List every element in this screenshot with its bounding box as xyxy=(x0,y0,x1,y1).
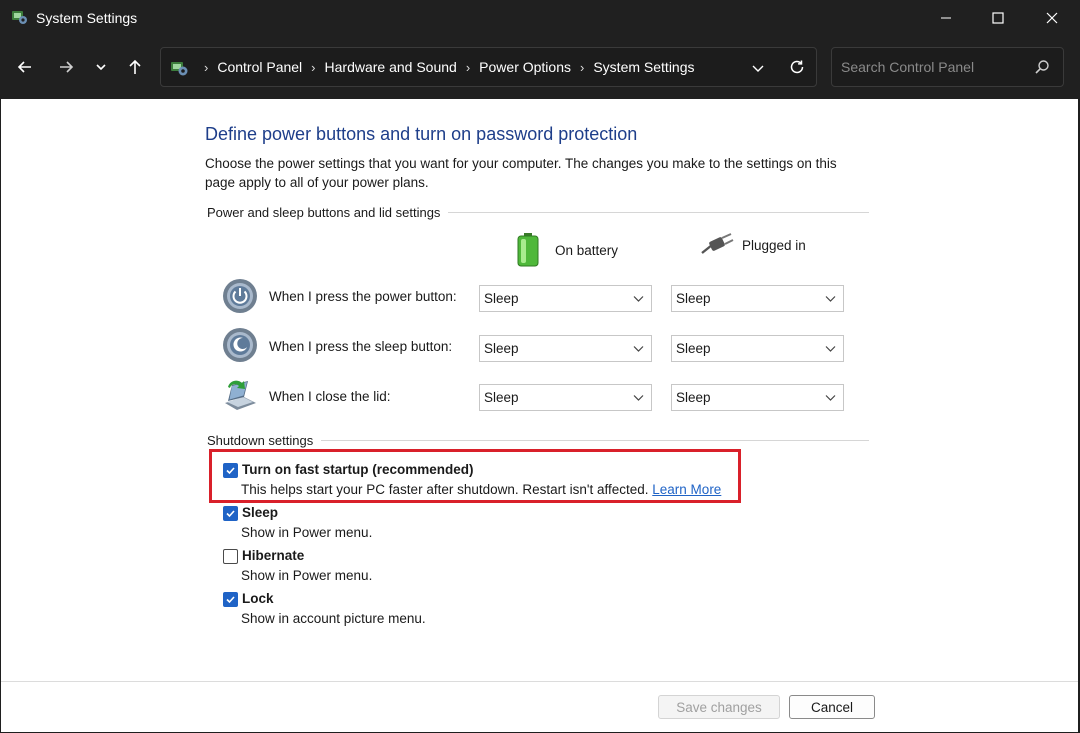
navigation-bar: › Control Panel › Hardware and Sound › P… xyxy=(0,36,1080,99)
row-label-sleep-button: When I press the sleep button: xyxy=(269,339,453,354)
arrow-left-icon xyxy=(17,61,31,73)
control-panel-icon xyxy=(12,11,27,24)
minimize-button[interactable] xyxy=(920,0,972,36)
breadcrumb-item[interactable]: System Settings xyxy=(593,59,694,75)
window-title: System Settings xyxy=(36,10,138,26)
close-icon xyxy=(1046,12,1058,24)
chevron-down-icon xyxy=(96,64,106,71)
page-title: Define power buttons and turn on passwor… xyxy=(205,124,638,144)
maximize-button[interactable] xyxy=(972,0,1024,36)
minimize-icon xyxy=(941,17,951,19)
title-bar: System Settings xyxy=(0,0,1080,36)
select-value: Sleep xyxy=(484,341,519,356)
laptop-lid-icon xyxy=(225,380,256,410)
breadcrumb-item[interactable]: Power Options xyxy=(479,59,571,75)
hibernate-checkbox[interactable] xyxy=(223,549,238,564)
select-value: Sleep xyxy=(676,390,711,405)
sleep-button-icon xyxy=(223,328,257,362)
chevron-down-icon xyxy=(633,395,644,401)
column-label-battery: On battery xyxy=(555,242,619,258)
breadcrumb-item[interactable]: Control Panel xyxy=(217,59,302,75)
chevron-down-icon xyxy=(633,296,644,302)
search-icon[interactable] xyxy=(1034,59,1050,75)
row-label-power-button: When I press the power button: xyxy=(269,289,457,304)
power-button-battery-select[interactable]: Sleep xyxy=(479,285,652,312)
select-value: Sleep xyxy=(484,390,519,405)
save-changes-button[interactable]: Save changes xyxy=(658,695,780,719)
sleep-checkbox[interactable] xyxy=(223,506,238,521)
chevron-down-icon[interactable] xyxy=(750,60,766,76)
group-label-power-buttons: Power and sleep buttons and lid settings xyxy=(207,205,449,220)
highlight-box xyxy=(209,449,741,503)
breadcrumb-item[interactable]: Hardware and Sound xyxy=(325,59,457,75)
chevron-down-icon xyxy=(825,296,836,302)
up-button[interactable] xyxy=(124,56,146,78)
sleep-option-label[interactable]: Sleep xyxy=(242,505,278,520)
arrow-up-icon xyxy=(129,59,141,74)
recent-locations-button[interactable] xyxy=(90,56,112,78)
sleep-button-battery-select[interactable]: Sleep xyxy=(479,335,652,362)
column-label-plugged: Plugged in xyxy=(742,237,806,253)
chevron-down-icon xyxy=(633,346,644,352)
power-button-icon xyxy=(223,279,257,313)
close-lid-battery-select[interactable]: Sleep xyxy=(479,384,652,411)
select-value: Sleep xyxy=(676,291,711,306)
breadcrumb-separator: › xyxy=(204,59,209,75)
back-button[interactable] xyxy=(14,56,36,78)
lock-option-label[interactable]: Lock xyxy=(242,591,274,606)
sleep-button-plugged-select[interactable]: Sleep xyxy=(671,335,844,362)
page-description: Choose the power settings that you want … xyxy=(205,156,837,190)
address-bar[interactable]: › Control Panel › Hardware and Sound › P… xyxy=(160,47,817,87)
group-label-shutdown: Shutdown settings xyxy=(207,433,322,448)
footer-divider xyxy=(1,681,1078,682)
content-area: Define power buttons and turn on passwor… xyxy=(1,99,1078,732)
breadcrumb-separator: › xyxy=(311,59,316,75)
close-button[interactable] xyxy=(1026,0,1078,36)
breadcrumb-separator: › xyxy=(465,59,471,75)
checkmark-icon xyxy=(226,596,235,604)
breadcrumb: › Control Panel › Hardware and Sound › P… xyxy=(195,59,695,75)
power-plug-icon xyxy=(701,233,734,254)
lock-option-description: Show in account picture menu. xyxy=(241,611,426,626)
power-button-plugged-select[interactable]: Sleep xyxy=(671,285,844,312)
sleep-option-description: Show in Power menu. xyxy=(241,525,373,540)
close-lid-plugged-select[interactable]: Sleep xyxy=(671,384,844,411)
select-value: Sleep xyxy=(484,291,519,306)
column-header-plugged: Plugged in xyxy=(698,233,806,257)
battery-icon xyxy=(517,233,539,267)
checkmark-icon xyxy=(226,510,235,518)
row-label-close-lid: When I close the lid: xyxy=(269,389,391,404)
control-panel-icon xyxy=(171,62,188,76)
select-value: Sleep xyxy=(676,341,711,356)
maximize-icon xyxy=(992,12,1004,24)
cancel-button[interactable]: Cancel xyxy=(789,695,875,719)
hibernate-option-description: Show in Power menu. xyxy=(241,568,373,583)
arrow-right-icon xyxy=(60,61,74,73)
forward-button[interactable] xyxy=(55,56,77,78)
lock-checkbox[interactable] xyxy=(223,592,238,607)
column-header-battery: On battery xyxy=(516,233,618,267)
search-box xyxy=(831,47,1064,87)
chevron-down-icon xyxy=(825,395,836,401)
breadcrumb-separator: › xyxy=(580,59,585,75)
refresh-icon[interactable] xyxy=(788,58,806,76)
hibernate-option-label[interactable]: Hibernate xyxy=(242,548,304,563)
chevron-down-icon xyxy=(825,346,836,352)
search-input[interactable] xyxy=(841,57,1031,77)
